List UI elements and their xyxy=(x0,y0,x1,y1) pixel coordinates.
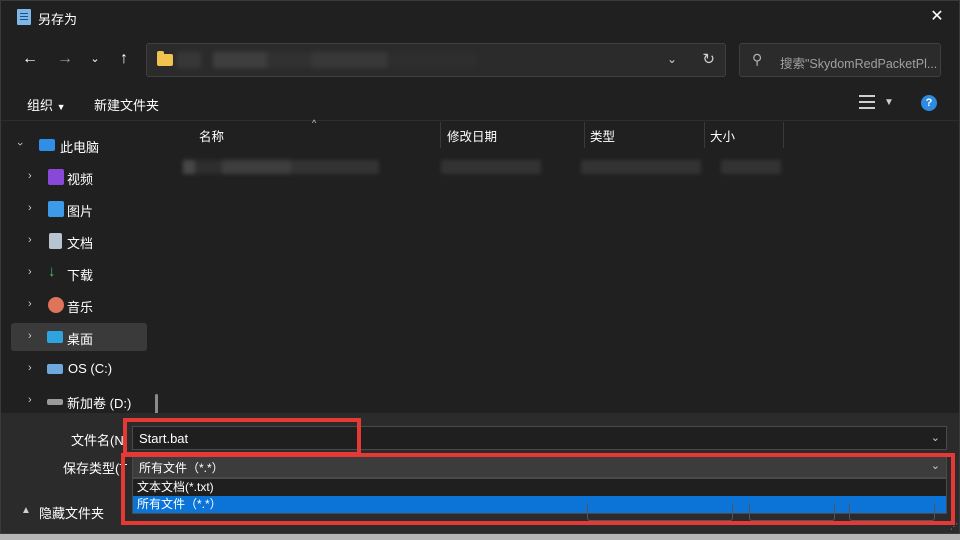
file-type-redacted xyxy=(581,160,701,174)
computer-icon xyxy=(39,139,55,151)
refresh-icon[interactable]: ↻ xyxy=(702,50,715,68)
title-bar: 另存为 ✕ xyxy=(1,1,959,33)
forward-button[interactable]: → xyxy=(53,47,77,71)
sidebar-item-downloads[interactable]: › ↓ 下载 xyxy=(11,259,147,287)
hide-folders-toggle[interactable]: 隐藏文件夹 xyxy=(39,503,104,522)
filename-label: 文件名(N xyxy=(71,433,124,448)
view-list-icon[interactable] xyxy=(859,95,875,109)
sidebar-item-music[interactable]: › 音乐 xyxy=(11,291,147,319)
sidebar-item-drive-d[interactable]: › 新加卷 (D:) xyxy=(11,387,147,415)
column-header-type[interactable]: 类型 xyxy=(590,126,615,145)
column-header-size[interactable]: 大小 xyxy=(710,126,735,145)
sidebar-item-label: 下载 xyxy=(67,268,94,283)
column-header-modified[interactable]: 修改日期 xyxy=(447,126,497,145)
file-name-redacted[interactable] xyxy=(183,160,379,174)
sidebar-item-documents[interactable]: › 文档 xyxy=(11,227,147,255)
address-path-redacted xyxy=(177,52,477,68)
save-form: 文件名(N Start.bat ⌄ 保存类型(T 所有文件（*.*） ⌄ 文本文… xyxy=(1,413,959,533)
sidebar-item-label: 音乐 xyxy=(67,300,94,315)
collapsed-chevron-icon[interactable]: › xyxy=(28,362,32,374)
filename-value: Start.bat xyxy=(139,431,189,446)
sidebar-item-label: 新加卷 (D:) xyxy=(67,396,132,411)
sidebar-item-label: 图片 xyxy=(67,204,94,219)
sidebar-item-videos[interactable]: › 视频 xyxy=(11,163,147,191)
sidebar-item-drive-c[interactable]: › OS (C:) xyxy=(11,355,147,383)
close-button[interactable]: ✕ xyxy=(927,7,947,27)
resize-grip-icon[interactable]: ⋰ xyxy=(950,522,958,531)
column-header-name[interactable]: 名称 xyxy=(199,126,224,145)
chevron-down-icon[interactable]: ⌄ xyxy=(931,431,940,444)
document-icon xyxy=(49,233,62,249)
sidebar-item-pictures[interactable]: › 图片 xyxy=(11,195,147,223)
expanded-chevron-icon[interactable]: › xyxy=(14,142,26,146)
close-icon: ✕ xyxy=(930,8,944,25)
file-modified-redacted xyxy=(441,160,541,174)
search-icon: ⚲ xyxy=(752,51,763,67)
column-separator[interactable] xyxy=(783,122,784,148)
back-button[interactable]: ← xyxy=(18,47,42,71)
save-type-select[interactable]: 所有文件（*.*） ⌄ xyxy=(132,454,947,478)
navigation-pane: › 此电脑 › 视频 › 图片 › 文档 › ↓ 下载 › 音乐 › 桌面 › … xyxy=(1,122,166,502)
desktop-icon xyxy=(47,331,63,343)
arrow-up-icon: ↑ xyxy=(120,50,128,67)
save-type-option-txt[interactable]: 文本文档(*.txt) xyxy=(133,479,946,496)
column-separator[interactable] xyxy=(584,122,585,148)
encoding-select-partial[interactable] xyxy=(587,503,733,521)
help-icon[interactable]: ? xyxy=(921,95,937,111)
command-bar: 组织 ▼ 新建文件夹 ▼ ? xyxy=(1,85,959,121)
recent-locations-button[interactable]: ⌄ xyxy=(83,47,107,71)
sidebar-item-label: 文档 xyxy=(67,236,94,251)
column-separator[interactable] xyxy=(704,122,705,148)
sidebar-item-desktop[interactable]: › 桌面 xyxy=(11,323,147,351)
arrow-left-icon: ← xyxy=(22,50,38,67)
sidebar-item-label: OS (C:) xyxy=(68,361,113,376)
file-size-redacted xyxy=(721,160,781,174)
window-title: 另存为 xyxy=(38,12,78,27)
caret-up-icon: ▲ xyxy=(21,505,31,516)
view-options-caret-icon[interactable]: ▼ xyxy=(884,97,894,108)
collapsed-chevron-icon[interactable]: › xyxy=(28,170,32,182)
sidebar-item-label: 此电脑 xyxy=(60,140,100,155)
filename-input[interactable]: Start.bat ⌄ xyxy=(132,426,947,450)
collapsed-chevron-icon[interactable]: › xyxy=(28,394,32,406)
caret-down-icon: ▼ xyxy=(56,102,66,112)
collapsed-chevron-icon[interactable]: › xyxy=(28,330,32,342)
organize-menu[interactable]: 组织 ▼ xyxy=(27,95,66,114)
chevron-down-icon: ⌄ xyxy=(90,53,100,65)
navigation-bar: ← → ⌄ ↑ ⌄ ↻ ⚲ 搜索"SkydomRedPacketPl... xyxy=(1,33,959,85)
music-icon xyxy=(48,297,64,313)
new-folder-button[interactable]: 新建文件夹 xyxy=(94,95,159,114)
search-box[interactable]: ⚲ 搜索"SkydomRedPacketPl... xyxy=(739,43,941,77)
collapsed-chevron-icon[interactable]: › xyxy=(28,298,32,310)
drive-c-icon xyxy=(47,364,63,374)
collapsed-chevron-icon[interactable]: › xyxy=(28,202,32,214)
address-bar[interactable]: ⌄ ↻ xyxy=(146,43,726,77)
save-type-label: 保存类型(T xyxy=(63,461,128,476)
drive-d-icon xyxy=(47,399,63,405)
sidebar-item-label: 视频 xyxy=(67,172,94,187)
notepad-icon xyxy=(17,9,31,25)
sidebar-item-this-pc[interactable]: › 此电脑 xyxy=(11,131,147,159)
address-history-chevron-icon[interactable]: ⌄ xyxy=(667,52,677,66)
search-placeholder: 搜索"SkydomRedPacketPl... xyxy=(780,57,938,71)
organize-label: 组织 xyxy=(27,98,54,113)
sidebar-item-label: 桌面 xyxy=(67,332,94,347)
cancel-button-partial[interactable] xyxy=(849,503,935,521)
collapsed-chevron-icon[interactable]: › xyxy=(28,266,32,278)
download-icon: ↓ xyxy=(48,263,56,280)
collapsed-chevron-icon[interactable]: › xyxy=(28,234,32,246)
picture-icon xyxy=(48,201,64,217)
video-icon xyxy=(48,169,64,185)
save-as-dialog: 另存为 ✕ ← → ⌄ ↑ ⌄ ↻ ⚲ 搜索"SkydomRedPacketPl… xyxy=(0,0,960,534)
save-type-value: 所有文件（*.*） xyxy=(139,461,224,475)
column-separator[interactable] xyxy=(440,122,441,148)
up-button[interactable]: ↑ xyxy=(112,47,136,71)
save-button-partial[interactable] xyxy=(749,503,835,521)
sort-ascending-icon: ^ xyxy=(312,118,317,128)
chevron-down-icon[interactable]: ⌄ xyxy=(931,459,940,472)
folder-icon xyxy=(157,51,173,66)
file-list: ^ 名称 修改日期 类型 大小 xyxy=(167,118,959,413)
arrow-right-icon: → xyxy=(57,50,73,67)
